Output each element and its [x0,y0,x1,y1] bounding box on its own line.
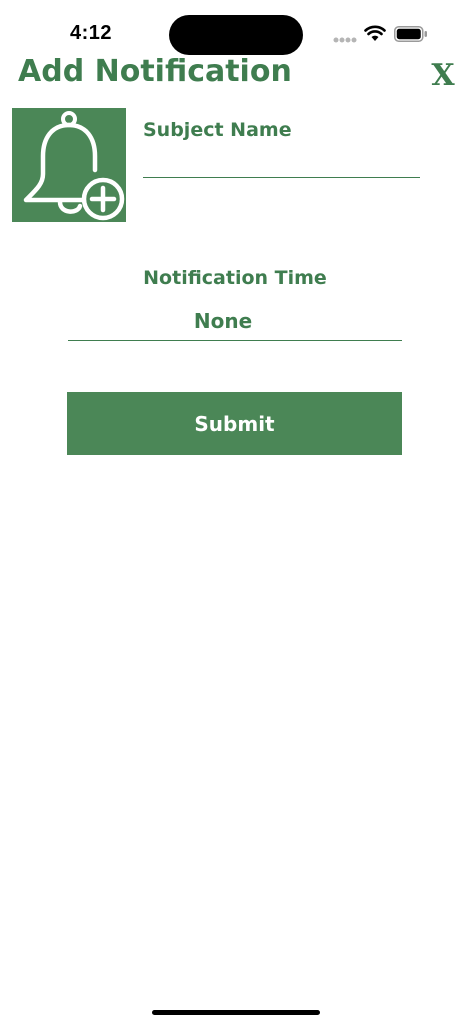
subject-name-input[interactable] [143,148,420,178]
notification-time-underline [68,340,402,341]
notification-time-label: Notification Time [143,267,327,289]
battery-icon [394,26,427,42]
close-button[interactable]: X [428,56,458,96]
cellular-signal-icon [333,37,357,43]
subject-name-label: Subject Name [143,119,292,141]
status-time: 4:12 [70,22,113,44]
notification-time-picker[interactable]: None [68,306,378,340]
page-title: Add Notification [18,54,292,89]
home-indicator[interactable] [152,1010,320,1015]
status-bar: 4:12 [0,0,471,60]
dynamic-island [169,15,303,55]
bell-plus-icon [23,111,125,221]
notification-image [12,108,126,222]
wifi-icon [364,25,386,41]
submit-button[interactable]: Submit [67,392,402,455]
